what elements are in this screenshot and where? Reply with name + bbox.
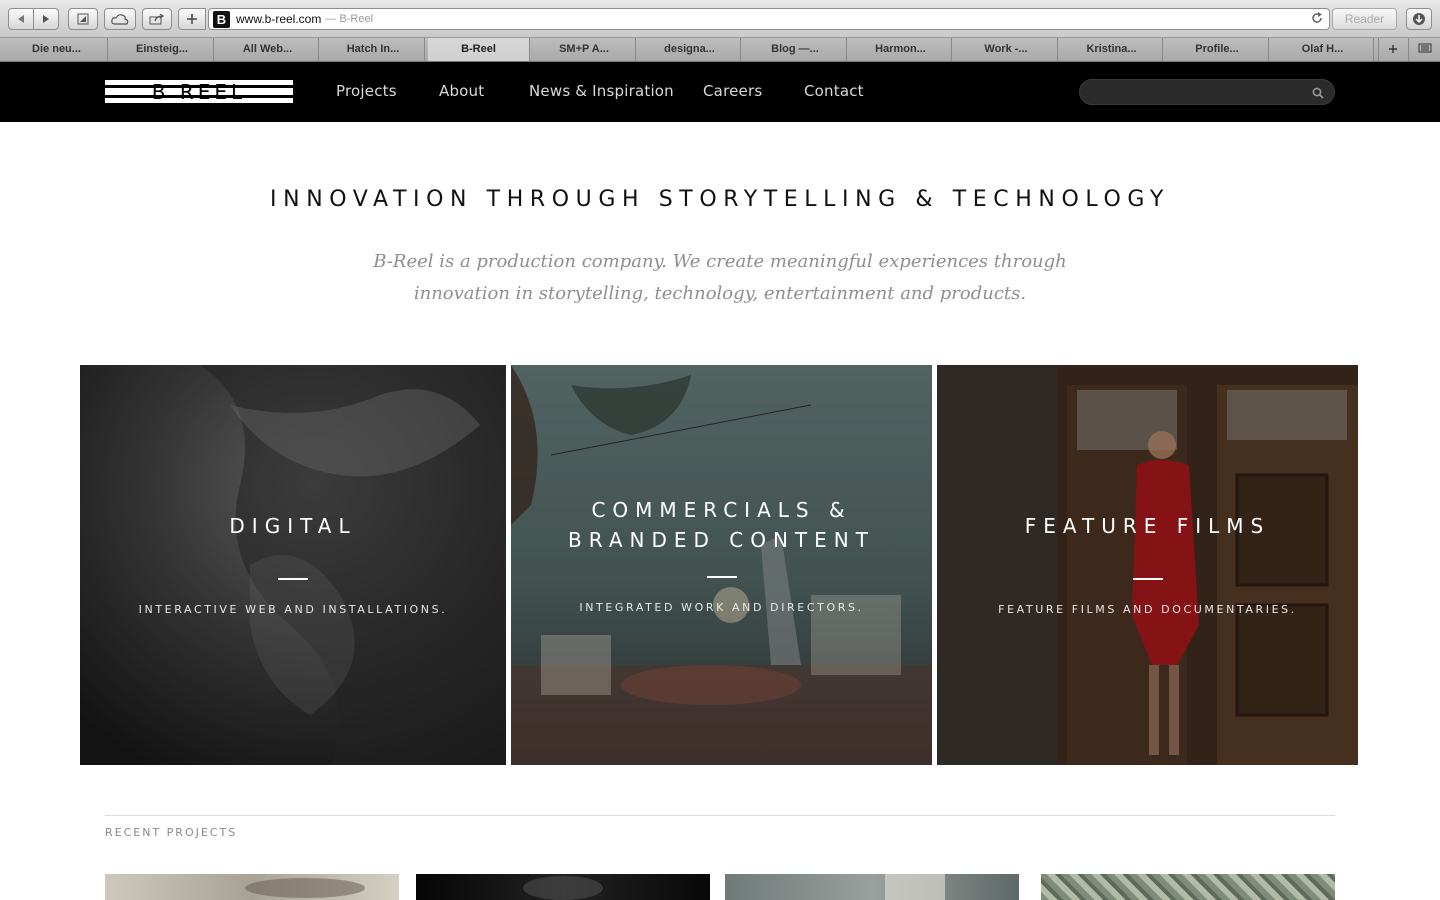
share-button[interactable] xyxy=(142,8,172,30)
logo-stripe xyxy=(105,95,293,98)
nav-careers[interactable]: Careers xyxy=(703,82,762,100)
top-sites-button[interactable] xyxy=(68,8,98,30)
download-icon xyxy=(1413,13,1425,25)
cloud-icon xyxy=(111,14,129,25)
page-headline: INNOVATION THROUGH STORYTELLING & TECHNO… xyxy=(270,187,1170,212)
section-divider xyxy=(105,815,1335,816)
project-thumbnail-image xyxy=(885,874,945,900)
nav-contact[interactable]: Contact xyxy=(804,82,864,100)
forward-button[interactable] xyxy=(33,8,59,30)
back-button[interactable] xyxy=(8,8,34,30)
site-favicon-icon: B xyxy=(213,10,230,28)
browser-tab[interactable]: designa... xyxy=(639,38,741,61)
project-thumbnail-image xyxy=(523,876,603,900)
b-reel-logo[interactable]: B REEL xyxy=(105,80,293,104)
browser-tab[interactable]: Blog —... xyxy=(745,38,847,61)
share-icon xyxy=(149,13,165,25)
recent-projects-heading: RECENT PROJECTS xyxy=(105,826,238,839)
new-tab-plus-button[interactable] xyxy=(178,8,206,30)
browser-tab[interactable]: SM+P A... xyxy=(534,38,636,61)
project-thumbnail[interactable] xyxy=(725,874,1019,900)
address-bar[interactable]: B www.b-reel.com — B-Reel xyxy=(208,8,1330,30)
panel-divider xyxy=(278,578,308,580)
project-thumbnail[interactable] xyxy=(1041,874,1335,900)
tab-overview-icon xyxy=(1418,43,1431,53)
search-input[interactable] xyxy=(1080,80,1300,104)
panel-subtitle: INTEGRATED WORK AND DIRECTORS. xyxy=(579,601,864,614)
panel-subtitle: FEATURE FILMS AND DOCUMENTARIES. xyxy=(998,603,1297,616)
panel-feature-films[interactable]: FEATURE FILMS FEATURE FILMS AND DOCUMENT… xyxy=(937,365,1358,765)
panel-digital[interactable]: DIGITAL INTERACTIVE WEB AND INSTALLATION… xyxy=(80,365,506,765)
panel-title: FEATURE FILMS xyxy=(1024,514,1271,538)
panel-divider xyxy=(706,576,737,578)
panel-title-line: COMMERCIALS & xyxy=(591,498,852,522)
browser-tab[interactable]: Harmon... xyxy=(850,38,952,61)
browser-tab[interactable]: Work -... xyxy=(956,38,1058,61)
panel-title: COMMERCIALS & BRANDED CONTENT xyxy=(511,495,932,555)
browser-tab[interactable]: All Web... xyxy=(217,38,319,61)
plus-icon xyxy=(1388,45,1397,53)
panel-title-line: BRANDED CONTENT xyxy=(568,528,875,552)
nav-projects[interactable]: Projects xyxy=(336,82,397,100)
project-thumbnail[interactable] xyxy=(416,874,710,900)
browser-tab[interactable]: Profile... xyxy=(1167,38,1269,61)
tab-bar: Olaf H... Profile... Kristina... Work -... H… xyxy=(0,38,1440,62)
reader-button[interactable]: Reader xyxy=(1332,8,1397,30)
feature-films-background-image xyxy=(937,365,1358,765)
nav-about[interactable]: About xyxy=(439,82,484,100)
icloud-tabs-button[interactable] xyxy=(104,8,136,30)
top-sites-icon xyxy=(77,13,89,25)
browser-tab[interactable]: B-Reel xyxy=(428,38,530,61)
digital-background-image xyxy=(80,365,506,765)
site-header: B REEL Projects About News & Inspiration… xyxy=(0,62,1440,122)
browser-tab[interactable]: Kristina... xyxy=(1061,38,1163,61)
project-thumbnail-image xyxy=(245,878,365,898)
panel-divider xyxy=(1132,578,1163,580)
reload-icon[interactable] xyxy=(1311,12,1323,27)
browser-tab[interactable]: Hatch In... xyxy=(323,38,425,61)
nav-news-inspiration[interactable]: News & Inspiration xyxy=(529,82,674,100)
tab-overview-button[interactable] xyxy=(1408,38,1440,61)
browser-tab[interactable]: Einsteig... xyxy=(112,38,214,61)
project-thumbnail[interactable] xyxy=(105,874,399,900)
panel-title: DIGITAL xyxy=(229,514,357,538)
tagline-line: innovation in storytelling, technology, … xyxy=(413,283,1027,304)
search-box xyxy=(1079,79,1335,105)
panel-subtitle: INTERACTIVE WEB AND INSTALLATIONS. xyxy=(138,603,448,616)
forward-arrow-icon xyxy=(43,15,49,23)
panel-commercials[interactable]: COMMERCIALS & BRANDED CONTENT INTEGRATED… xyxy=(511,365,932,765)
browser-toolbar: B www.b-reel.com — B-Reel Reader xyxy=(0,0,1440,38)
back-arrow-icon xyxy=(18,15,24,23)
tagline-line: B-Reel is a production company. We creat… xyxy=(373,251,1067,272)
commercials-background-image xyxy=(511,365,932,765)
address-page-title: — B-Reel xyxy=(325,13,374,25)
downloads-button[interactable] xyxy=(1406,8,1432,30)
browser-tab[interactable]: Die neu... xyxy=(6,38,108,61)
company-tagline: B-Reel is a production company. We creat… xyxy=(370,246,1070,310)
address-url: www.b-reel.com xyxy=(236,12,322,26)
logo-text: B REEL xyxy=(151,80,247,104)
search-icon[interactable] xyxy=(1312,86,1324,104)
new-tab-button[interactable] xyxy=(1378,38,1406,61)
plus-icon xyxy=(187,14,197,24)
browser-tab[interactable]: Olaf H... xyxy=(1272,38,1374,61)
logo-stripe xyxy=(105,85,293,88)
